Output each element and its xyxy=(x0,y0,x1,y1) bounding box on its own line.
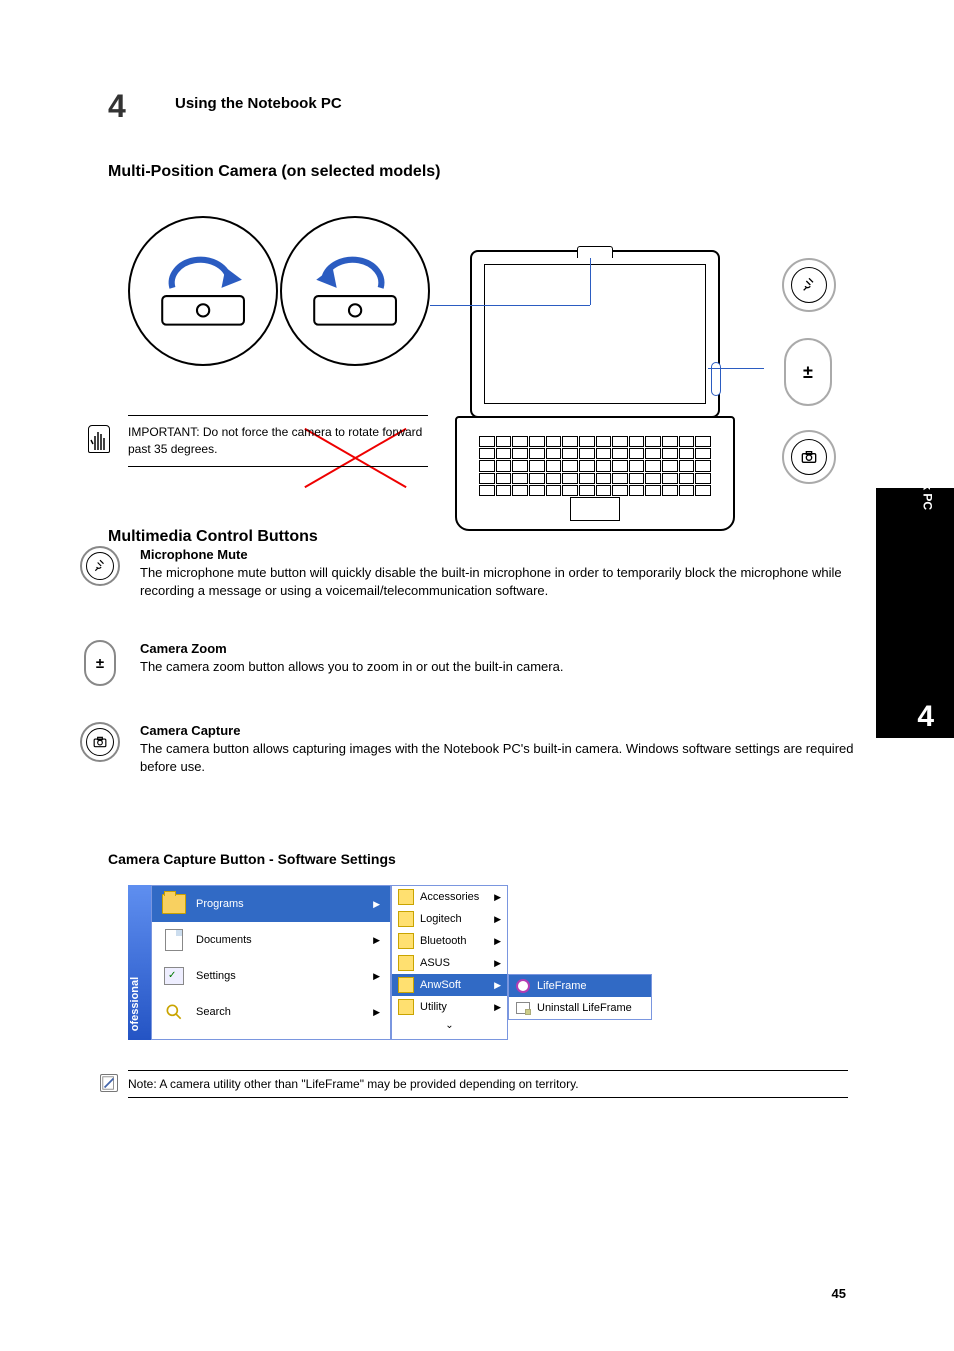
folder-icon xyxy=(398,889,414,905)
menu-column-3: LifeFrame Uninstall LifeFrame xyxy=(508,974,652,1020)
camera-heading: Multi-Position Camera (on selected model… xyxy=(108,163,441,181)
camera-icon-callout xyxy=(782,430,836,484)
note-box: Note: A camera utility other than "LifeF… xyxy=(128,1070,848,1098)
chapter-title: Using the Notebook PC xyxy=(175,95,342,112)
leader-line xyxy=(708,368,764,369)
folder-icon xyxy=(162,892,186,916)
menu-item-label: Programs xyxy=(196,898,244,910)
menu-logitech[interactable]: Logitech ▶ xyxy=(392,908,507,930)
menu-documents[interactable]: Documents ▶ xyxy=(152,922,390,958)
arrow-right-icon: ▶ xyxy=(373,935,380,946)
menu-item-label: Bluetooth xyxy=(420,935,466,947)
menu-column-1: Programs ▶ Documents ▶ ✓ Settings ▶ Sear… xyxy=(151,885,391,1040)
camera-rotate-forbidden-diagram xyxy=(280,216,430,366)
arrow-right-icon: ▶ xyxy=(373,971,380,982)
menu-item-label: Documents xyxy=(196,934,252,946)
document-icon xyxy=(162,928,186,952)
menu-lifeframe[interactable]: LifeFrame xyxy=(509,975,651,997)
microphone-icon xyxy=(86,552,114,580)
start-menu: ofessional Programs ▶ Documents ▶ ✓ Sett… xyxy=(128,885,652,1040)
menu-item-label: AnwSoft xyxy=(420,979,461,991)
menu-item-label: Uninstall LifeFrame xyxy=(537,1002,632,1014)
menu-item-label: Settings xyxy=(196,970,236,982)
caution-hand-icon xyxy=(88,425,110,453)
zoom-button-icon: ± xyxy=(84,640,116,686)
note-icon xyxy=(100,1074,118,1092)
folder-icon xyxy=(398,911,414,927)
camera-icon xyxy=(791,439,827,475)
mic-button-text: Microphone MuteThe microphone mute butto… xyxy=(140,546,860,601)
menu-bluetooth[interactable]: Bluetooth ▶ xyxy=(392,930,507,952)
menu-item-label: LifeFrame xyxy=(537,980,587,992)
side-tab-number: 4 xyxy=(917,700,934,734)
arrow-right-icon: ▶ xyxy=(494,1002,501,1013)
camera-icon xyxy=(86,728,114,756)
microphone-icon xyxy=(791,267,827,303)
menu-item-label: Accessories xyxy=(420,891,479,903)
capture-button-text: Camera CaptureThe camera button allows c… xyxy=(140,722,860,777)
camera-rotate-ok-diagram xyxy=(128,216,278,366)
caution-text: IMPORTANT: Do not force the camera to ro… xyxy=(128,424,428,458)
menu-asus[interactable]: ASUS ▶ xyxy=(392,952,507,974)
laptop-diagram xyxy=(455,250,735,530)
folder-icon xyxy=(398,933,414,949)
folder-icon xyxy=(398,955,414,971)
search-icon xyxy=(162,1000,186,1024)
menu-column-2: Accessories▶ Logitech▶ Bluetooth▶ ASUS▶ … xyxy=(391,885,508,1040)
expand-chevron-icon[interactable]: ⌄ xyxy=(392,1018,507,1033)
subsection-heading: Camera Capture Button - Software Setting… xyxy=(108,850,396,870)
menu-item-label: ASUS xyxy=(420,957,450,969)
settings-icon: ✓ xyxy=(162,964,186,988)
menu-programs[interactable]: Programs ▶ xyxy=(152,886,390,922)
arrow-right-icon: ▶ xyxy=(494,914,501,925)
winxp-sidebar-text: ofessional xyxy=(129,977,141,1031)
arrow-right-icon: ▶ xyxy=(494,980,501,991)
arrow-right-icon: ▶ xyxy=(494,892,501,903)
capture-button-icon xyxy=(80,722,120,762)
menu-accessories[interactable]: Accessories ▶ xyxy=(392,886,507,908)
zoom-icon-callout: ± xyxy=(784,338,832,406)
lifeframe-icon xyxy=(515,978,531,994)
plus-minus-icon: ± xyxy=(96,655,104,672)
buttons-heading: Multimedia Control Buttons xyxy=(108,528,318,546)
arrow-right-icon: ▶ xyxy=(373,1007,380,1018)
menu-utility[interactable]: Utility ▶ xyxy=(392,996,507,1018)
caution-box: IMPORTANT: Do not force the camera to ro… xyxy=(128,415,428,467)
side-tab xyxy=(876,488,954,738)
side-tab-text: Using the Notebook PC xyxy=(920,377,934,510)
footer-page-number: 45 xyxy=(832,1286,846,1301)
menu-item-label: Logitech xyxy=(420,913,462,925)
arrow-right-icon: ▶ xyxy=(494,936,501,947)
note-text: Note: A camera utility other than "LifeF… xyxy=(128,1077,579,1091)
folder-icon xyxy=(398,977,414,993)
zoom-button-text: Camera ZoomThe camera zoom button allows… xyxy=(140,640,563,676)
menu-settings[interactable]: ✓ Settings ▶ xyxy=(152,958,390,994)
leader-line xyxy=(430,305,590,306)
folder-icon xyxy=(398,999,414,1015)
leader-line xyxy=(590,258,591,305)
mic-icon-callout xyxy=(782,258,836,312)
menu-uninstall-lifeframe[interactable]: Uninstall LifeFrame xyxy=(509,997,651,1019)
plus-minus-icon: ± xyxy=(803,362,813,383)
arrow-right-icon: ▶ xyxy=(373,899,380,910)
winxp-sidebar: ofessional xyxy=(128,885,151,1040)
menu-anwsoft[interactable]: AnwSoft ▶ xyxy=(392,974,507,996)
arrow-right-icon: ▶ xyxy=(494,958,501,969)
uninstall-icon xyxy=(515,1000,531,1016)
chapter-number: 4 xyxy=(108,88,126,125)
menu-item-label: Utility xyxy=(420,1001,447,1013)
menu-item-label: Search xyxy=(196,1006,231,1018)
mic-button-icon xyxy=(80,546,120,586)
menu-search[interactable]: Search ▶ xyxy=(152,994,390,1030)
